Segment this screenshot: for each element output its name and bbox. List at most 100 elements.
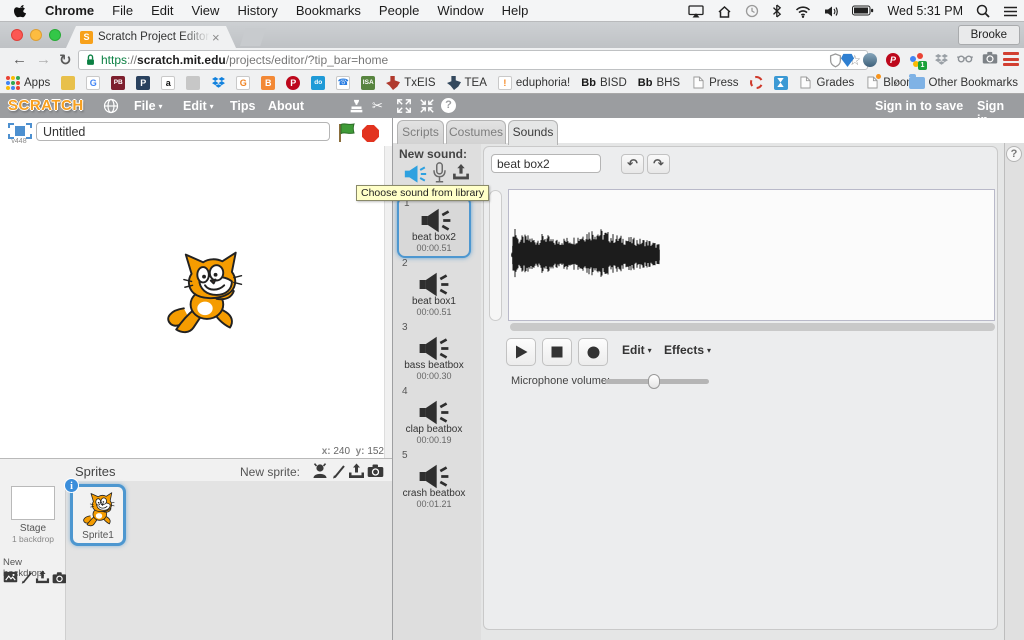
- bluetooth-icon[interactable]: [772, 4, 782, 18]
- waveform-scrollbar[interactable]: [510, 323, 995, 331]
- visor-extension-icon[interactable]: [841, 53, 854, 67]
- tab-scripts[interactable]: Scripts: [397, 120, 444, 144]
- bookmark-google[interactable]: G: [86, 75, 101, 90]
- record-sound-icon[interactable]: [433, 162, 446, 184]
- upload-sound-icon[interactable]: [452, 163, 470, 181]
- apps-shortcut[interactable]: Apps: [6, 75, 50, 90]
- new-sprite-library-icon[interactable]: [312, 463, 328, 479]
- bookmark-p[interactable]: P: [136, 75, 151, 90]
- menu-people[interactable]: People: [370, 3, 428, 18]
- green-flag-button[interactable]: [337, 122, 359, 143]
- bookmark-press[interactable]: Press: [691, 76, 739, 90]
- sound-item[interactable]: 2 beat box1 00:00.51: [397, 258, 471, 320]
- stage-thumbnail[interactable]: [11, 486, 55, 520]
- bookmark-g-orange[interactable]: G: [236, 75, 251, 90]
- glasses-extension-icon[interactable]: [956, 51, 974, 70]
- bookmark-pinterest[interactable]: P: [286, 75, 301, 90]
- stage-sprite-cat[interactable]: [157, 248, 253, 338]
- bookmark-txeis[interactable]: TxEIS: [386, 75, 436, 90]
- sound-item[interactable]: 1 beat box2 00:00.51: [397, 196, 471, 258]
- scratch-tips-menu[interactable]: Tips: [230, 99, 255, 113]
- dropbox-extension-icon[interactable]: [934, 53, 948, 67]
- scratch-edit-menu[interactable]: Edit ▾: [183, 99, 214, 113]
- tab-sounds[interactable]: Sounds: [508, 120, 558, 145]
- slider-knob[interactable]: [647, 374, 660, 389]
- profile-button[interactable]: Brooke: [957, 25, 1020, 45]
- menu-help[interactable]: Help: [493, 3, 538, 18]
- bookmarks-overflow-chevron[interactable]: »: [893, 75, 900, 90]
- sound-item[interactable]: 5 crash beatbox 00:01.21: [397, 450, 471, 512]
- language-globe-icon[interactable]: [103, 98, 119, 114]
- stop-button[interactable]: [362, 125, 379, 142]
- bookmark-tea[interactable]: TEA: [446, 75, 487, 90]
- sprite-thumbnail-sprite1[interactable]: Sprite1: [70, 484, 126, 546]
- fullscreen-icon[interactable]: [8, 123, 32, 139]
- window-close-button[interactable]: [11, 29, 23, 41]
- menu-edit[interactable]: Edit: [142, 3, 182, 18]
- hotspot-icon[interactable]: [717, 5, 732, 18]
- menu-bar-clock[interactable]: Wed 5:31 PM: [887, 4, 963, 18]
- apple-menu-icon[interactable]: [0, 3, 36, 19]
- menu-window[interactable]: Window: [428, 3, 492, 18]
- microphone-volume-slider[interactable]: [605, 374, 709, 389]
- redo-button[interactable]: ↷: [647, 154, 670, 174]
- bookmark-pb[interactable]: PB: [111, 75, 126, 90]
- menu-file[interactable]: File: [103, 3, 142, 18]
- bookmark-grades[interactable]: Grades: [799, 76, 854, 90]
- notification-center-icon[interactable]: [1003, 5, 1018, 18]
- tips-help-button[interactable]: ?: [1006, 146, 1022, 162]
- grow-sprite-icon[interactable]: [396, 98, 412, 114]
- bookmark-phone[interactable]: ☎: [336, 75, 351, 90]
- scratch-about-menu[interactable]: About: [268, 99, 304, 113]
- paint-backdrop-icon[interactable]: [20, 570, 34, 584]
- screenshot-extension-icon[interactable]: [863, 53, 877, 67]
- menu-history[interactable]: History: [228, 3, 286, 18]
- address-bar[interactable]: https://scratch.mit.edu/projects/editor/…: [78, 50, 868, 70]
- bookmark-eduphoria[interactable]: ! eduphoria!: [497, 75, 570, 90]
- bookmark-do[interactable]: do: [311, 75, 326, 90]
- sound-library-icon[interactable]: [403, 164, 428, 184]
- chrome-menu-icon[interactable]: [1003, 52, 1019, 66]
- record-button[interactable]: [578, 338, 608, 366]
- upload-backdrop-icon[interactable]: [35, 570, 50, 584]
- bookmark-isa[interactable]: ISA: [361, 75, 376, 90]
- reload-button[interactable]: ↻: [59, 51, 72, 69]
- tab-costumes[interactable]: Costumes: [446, 120, 506, 144]
- stage-selector[interactable]: Stage 1 backdrop New backdrop:: [0, 481, 67, 640]
- bookmark-blogger[interactable]: B: [261, 75, 276, 90]
- battery-icon[interactable]: [852, 5, 874, 17]
- paint-new-sprite-icon[interactable]: [331, 463, 347, 479]
- bookmark-bhs[interactable]: Bb BHS: [638, 76, 680, 90]
- volume-icon[interactable]: [824, 5, 839, 18]
- bookmark-bisd[interactable]: Bb BISD: [581, 76, 627, 90]
- google-extension-icon[interactable]: 1: [909, 52, 927, 70]
- sign-in-menu[interactable]: Sign in ▾: [977, 99, 1024, 127]
- upload-sprite-icon[interactable]: [348, 463, 365, 479]
- sound-item[interactable]: 4 clap beatbox 00:00.19: [397, 386, 471, 448]
- menu-chrome[interactable]: Chrome: [36, 3, 103, 18]
- spotlight-icon[interactable]: [976, 4, 990, 18]
- bookmark-amazon[interactable]: a: [161, 75, 176, 90]
- effects-dropdown[interactable]: Effects ▾: [664, 343, 711, 357]
- browser-tab[interactable]: S Scratch Project Editor - Ima ×: [66, 26, 236, 48]
- sprite-info-badge[interactable]: i: [64, 478, 79, 493]
- edit-dropdown[interactable]: Edit ▾: [622, 343, 652, 357]
- bookmark-qr[interactable]: [186, 75, 201, 90]
- delete-scissors-icon[interactable]: ✂: [372, 98, 383, 114]
- shrink-sprite-icon[interactable]: [419, 98, 435, 114]
- block-help-icon[interactable]: ?: [441, 98, 456, 113]
- waveform-display[interactable]: [508, 189, 995, 321]
- wifi-icon[interactable]: [795, 5, 811, 18]
- airplay-icon[interactable]: [688, 4, 705, 18]
- window-zoom-button[interactable]: [49, 29, 61, 41]
- pinterest-extension-icon[interactable]: P: [886, 53, 900, 67]
- camera-sprite-icon[interactable]: [367, 463, 384, 478]
- duplicate-stamp-icon[interactable]: [349, 99, 364, 114]
- bookmark-circle[interactable]: [749, 76, 763, 89]
- time-machine-icon[interactable]: [745, 4, 759, 18]
- forward-button[interactable]: →: [36, 51, 51, 68]
- scratch-file-menu[interactable]: File ▾: [134, 99, 163, 113]
- sign-in-to-save[interactable]: Sign in to save: [875, 99, 963, 113]
- project-name-input[interactable]: [36, 122, 330, 141]
- window-minimize-button[interactable]: [30, 29, 42, 41]
